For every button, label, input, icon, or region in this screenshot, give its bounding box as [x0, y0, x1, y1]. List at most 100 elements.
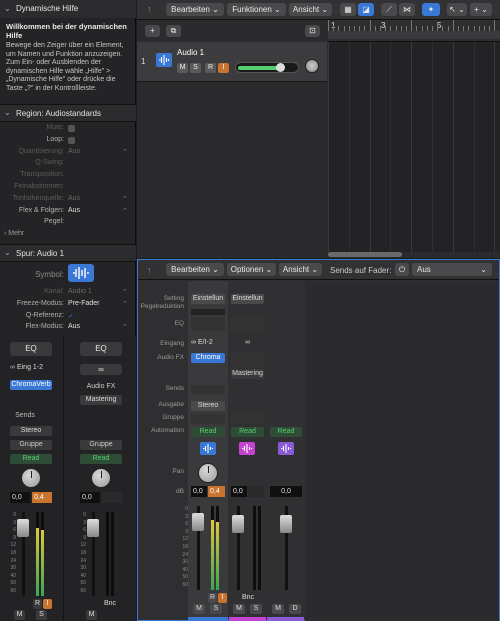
checkbox[interactable]: [68, 125, 75, 132]
bounce-button[interactable]: Bnc: [100, 599, 120, 609]
record-button[interactable]: R: [208, 593, 217, 603]
track-inspector-header[interactable]: ⌄ Spur: Audio 1: [0, 244, 136, 262]
bounce-button[interactable]: Bnc: [236, 593, 260, 603]
help-header[interactable]: ⌄ Dynamische Hilfe: [0, 0, 136, 18]
param-value[interactable]: Aus: [68, 323, 80, 330]
volume-fader[interactable]: [87, 519, 99, 537]
automation-read[interactable]: Read: [231, 427, 264, 437]
input-monitor-button[interactable]: I: [43, 599, 52, 609]
param-row[interactable]: Feinabstimmen:: [0, 183, 136, 194]
send-slot[interactable]: [191, 385, 225, 394]
mute-button[interactable]: M: [177, 63, 188, 73]
more-toggle[interactable]: › Mehr: [4, 230, 24, 237]
group-slot[interactable]: [191, 414, 225, 424]
mute-button[interactable]: M: [86, 610, 97, 620]
power-icon[interactable]: ⏻: [395, 263, 409, 276]
track-row[interactable]: 1 Audio 1 M S R I: [137, 42, 327, 82]
automation-read[interactable]: Read: [270, 427, 302, 437]
disclosure-down-icon[interactable]: ⌄: [4, 108, 11, 117]
back-arrow-icon[interactable]: ↑: [147, 265, 152, 275]
param-value[interactable]: ✓: [68, 312, 74, 320]
duplicate-track-icon[interactable]: ⧉: [166, 25, 181, 37]
param-row[interactable]: Q-Swing:: [0, 159, 136, 170]
solo-button[interactable]: S: [190, 63, 201, 73]
param-value[interactable]: Aus: [68, 148, 80, 155]
input-slot[interactable]: ∞ E/I-2: [191, 339, 225, 349]
input-monitor-button[interactable]: I: [218, 593, 227, 603]
sends-on-faders-select[interactable]: Aus ⌄: [412, 263, 492, 276]
param-row[interactable]: Mute:: [0, 124, 136, 135]
volume-fader[interactable]: [232, 515, 244, 533]
solo-button[interactable]: S: [250, 604, 262, 614]
setting-slot[interactable]: Einstellun: [191, 294, 225, 304]
checkbox[interactable]: [68, 136, 75, 144]
automation-read[interactable]: Read: [191, 427, 225, 437]
region-header[interactable]: ⌄ Region: Audiostandards: [0, 104, 136, 122]
pan-knob[interactable]: [21, 468, 41, 488]
audio-fx-slot[interactable]: [231, 353, 264, 367]
add-track-icon[interactable]: +: [145, 25, 160, 37]
pan-knob[interactable]: [91, 468, 111, 488]
group-slot[interactable]: Gruppe: [80, 440, 122, 450]
param-row[interactable]: Transposition:: [0, 171, 136, 182]
plugin-slot[interactable]: Chroma: [191, 353, 225, 363]
input-monitor-button[interactable]: I: [218, 63, 229, 73]
automation-read[interactable]: Read: [10, 454, 52, 464]
view-menu[interactable]: Ansicht ⌄: [289, 3, 332, 16]
eq-button[interactable]: EQ: [80, 342, 122, 356]
param-row[interactable]: Flex & Folgen: Aus ⌃: [0, 207, 136, 218]
param-row[interactable]: Flex-Modus: Aus ⌃: [0, 323, 136, 334]
param-row[interactable]: Q-Referenz: ✓: [0, 312, 136, 323]
plugin-slot[interactable]: ChromaVerb: [10, 380, 52, 390]
disclosure-down-icon[interactable]: ⌄: [4, 248, 11, 257]
global-tracks-icon[interactable]: ⊡: [305, 25, 320, 37]
group-slot[interactable]: [231, 414, 264, 424]
input-slot[interactable]: ∞ Eing 1-2: [10, 364, 52, 374]
solo-button[interactable]: S: [36, 610, 47, 620]
track-pan-knob[interactable]: [305, 59, 319, 73]
tracks-grid[interactable]: [328, 42, 500, 252]
link-icon[interactable]: ∞: [231, 339, 264, 349]
eq-display[interactable]: [231, 317, 264, 331]
automation-read[interactable]: Read: [80, 454, 122, 464]
back-arrow-icon[interactable]: ↑: [147, 4, 152, 14]
param-row[interactable]: Loop:: [0, 136, 136, 147]
dim-button[interactable]: D: [289, 604, 301, 614]
volume-fader[interactable]: [280, 515, 292, 533]
param-row[interactable]: Freeze-Modus: Pre-Fader ⌃: [0, 300, 136, 311]
volume-fader[interactable]: [192, 513, 204, 531]
volume-fader[interactable]: [17, 519, 29, 537]
mute-button[interactable]: M: [233, 604, 245, 614]
setting-slot[interactable]: Einstellun: [231, 294, 264, 304]
eq-display[interactable]: [191, 317, 225, 331]
output-slot[interactable]: Stereo: [191, 401, 225, 411]
ruler[interactable]: 1 3 5: [328, 20, 500, 42]
param-value[interactable]: Aus: [68, 207, 80, 214]
catch-icon[interactable]: ✦: [422, 3, 440, 16]
pencil-tool-icon[interactable]: + ⌄: [470, 3, 492, 16]
waveform-view-icon[interactable]: ◪: [358, 3, 374, 16]
param-value[interactable]: Pre-Fader: [68, 300, 100, 307]
output-slot[interactable]: Stereo: [10, 426, 52, 436]
functions-menu[interactable]: Funktionen ⌄: [227, 3, 286, 16]
mastering-slot[interactable]: Mastering: [80, 395, 122, 405]
link-icon[interactable]: ∞: [80, 364, 122, 375]
mixer-edit-menu[interactable]: Bearbeiten ⌄: [166, 263, 224, 276]
record-button[interactable]: R: [205, 63, 216, 73]
track-name[interactable]: Audio 1: [177, 48, 204, 57]
track-volume-slider[interactable]: [235, 62, 299, 73]
flex-icon[interactable]: ⋈: [399, 3, 415, 16]
edit-menu[interactable]: Bearbeiten ⌄: [166, 3, 224, 16]
disclosure-down-icon[interactable]: ⌄: [4, 4, 11, 13]
horizontal-scrollbar[interactable]: [328, 252, 402, 257]
param-row[interactable]: Tonhöhenquelle: Aus ⌃: [0, 195, 136, 206]
param-value[interactable]: Aus: [68, 195, 80, 202]
waveform-icon[interactable]: [68, 264, 94, 282]
automation-icon[interactable]: ⟋: [381, 3, 397, 16]
pan-knob[interactable]: [198, 463, 218, 483]
record-button[interactable]: R: [33, 599, 42, 609]
mute-button[interactable]: M: [193, 604, 205, 614]
param-row[interactable]: Quantisierung: Aus ⌃: [0, 148, 136, 159]
mixer-options-menu[interactable]: Optionen ⌄: [227, 263, 276, 276]
mixer-view-menu[interactable]: Ansicht ⌄: [279, 263, 322, 276]
